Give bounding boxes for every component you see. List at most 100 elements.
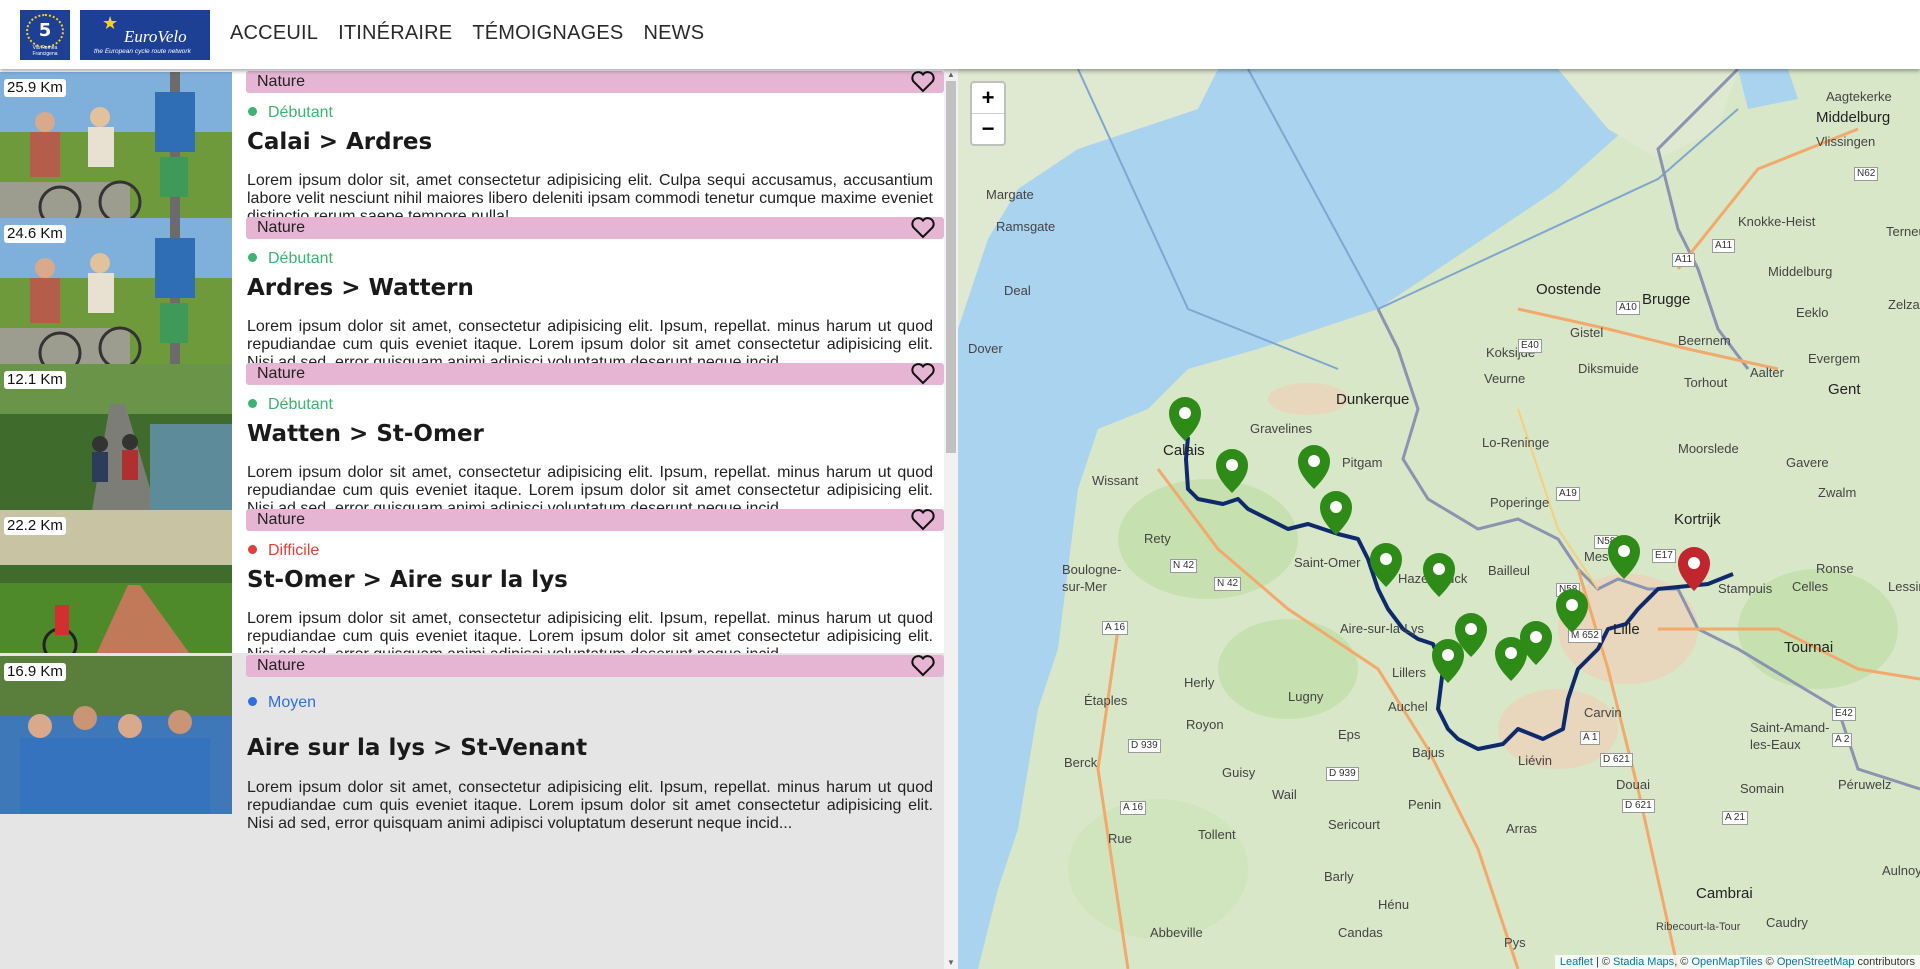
difficulty-label: Moyen bbox=[268, 694, 317, 711]
zoom-in-button[interactable]: + bbox=[972, 83, 1004, 113]
map-label: Tournai bbox=[1784, 639, 1834, 656]
heart-icon[interactable] bbox=[910, 654, 936, 678]
map-label: Caudry bbox=[1766, 915, 1808, 930]
map-label: Margate bbox=[986, 187, 1034, 202]
scroll-down-icon[interactable]: ▼ bbox=[944, 957, 958, 969]
eurovelo5-logo[interactable]: 5 Via Romea Francigena bbox=[20, 10, 70, 60]
map-label: Ramsgate bbox=[996, 219, 1056, 234]
stage-title[interactable]: Calai > Ardres bbox=[247, 129, 432, 155]
map-label: Penin bbox=[1408, 797, 1442, 812]
map-label: Aulnoy bbox=[1882, 863, 1920, 878]
map-label: Gent bbox=[1828, 381, 1861, 398]
heart-icon[interactable] bbox=[910, 216, 936, 240]
zoom-out-button[interactable]: − bbox=[972, 113, 1004, 144]
road-shield: N 42 bbox=[1214, 577, 1242, 591]
map-label: Lo-Reninge bbox=[1482, 435, 1550, 450]
map-label: Sericourt bbox=[1328, 817, 1381, 832]
map-label: Pys bbox=[1504, 935, 1526, 950]
map-label: Aalter bbox=[1750, 365, 1784, 380]
map-label: Péruwelz bbox=[1838, 777, 1892, 792]
nav-itineraire[interactable]: ITINÉRAIRE bbox=[338, 22, 452, 45]
list-scrollbar[interactable]: ▲ ▼ bbox=[944, 69, 958, 969]
map-label: Terneu bbox=[1886, 224, 1920, 239]
map-label: Carvin bbox=[1584, 705, 1622, 720]
map-label: Gravelines bbox=[1250, 421, 1313, 436]
heart-icon[interactable] bbox=[910, 362, 936, 386]
map-label: Beernem bbox=[1678, 333, 1731, 348]
stage-card[interactable]: 25.9 Km Nature Débutant Calai > Ardres L… bbox=[0, 69, 944, 230]
map-label: Middelburg bbox=[1816, 109, 1891, 126]
difficulty-label: Débutant bbox=[268, 104, 333, 121]
map-label: Saint-Amand-les-Eaux bbox=[1750, 720, 1830, 752]
map-label: Hazebrouck bbox=[1398, 571, 1468, 586]
stadia-link[interactable]: Stadia Maps bbox=[1613, 956, 1674, 968]
logo-number: 5 bbox=[38, 20, 52, 41]
map-label: Pitgam bbox=[1342, 455, 1383, 470]
stage-title[interactable]: St-Omer > Aire sur la lys bbox=[247, 567, 568, 593]
category-tag: Nature bbox=[246, 655, 944, 677]
category-tag: Nature bbox=[246, 217, 944, 239]
heart-icon[interactable] bbox=[910, 508, 936, 532]
stage-card[interactable]: 22.2 Km Nature Difficile St-Omer > Aire … bbox=[0, 507, 944, 668]
scrollbar-thumb[interactable] bbox=[946, 81, 956, 453]
zoom-control: + − bbox=[970, 81, 1006, 146]
map-label: Boulogne-sur-Mer bbox=[1062, 562, 1122, 594]
openmaptiles-link[interactable]: OpenMapTiles bbox=[1691, 956, 1762, 968]
route-map[interactable]: Aagtekerke Middelburg Vlissingen Margate… bbox=[958, 69, 1920, 969]
map-label: Bailleul bbox=[1488, 563, 1530, 578]
nav-accueil[interactable]: ACCEUIL bbox=[230, 22, 318, 45]
map-label: Berck bbox=[1064, 755, 1098, 770]
attribution-text: | © bbox=[1592, 956, 1614, 968]
map-label: Guisy bbox=[1222, 765, 1256, 780]
logo-tagline: the European cycle route network bbox=[94, 48, 191, 55]
map-label: Dunkerque bbox=[1336, 391, 1410, 408]
map-label: Somain bbox=[1740, 781, 1785, 796]
map-label: Eps bbox=[1338, 727, 1361, 742]
eurovelo-logo[interactable]: ★ EuroVelo the European cycle route netw… bbox=[80, 10, 210, 60]
map-label: Moorslede bbox=[1678, 441, 1739, 456]
map-label: Celles bbox=[1792, 579, 1829, 594]
road-shield: N58 bbox=[1594, 535, 1619, 549]
stage-card[interactable]: 16.9 Km Nature Moyen Aire sur la lys > S… bbox=[0, 653, 944, 969]
map-label: Wissant bbox=[1092, 473, 1139, 488]
map-label: Auchel bbox=[1388, 699, 1428, 714]
difficulty-dot-icon bbox=[248, 545, 257, 554]
stage-title[interactable]: Aire sur la lys > St-Venant bbox=[247, 735, 587, 761]
map-label: Lugny bbox=[1288, 689, 1324, 704]
map-label: Rety bbox=[1144, 531, 1171, 546]
road-shield: A10 bbox=[1616, 301, 1640, 315]
star-icon: ★ bbox=[102, 13, 119, 33]
difficulty-label: Difficile bbox=[268, 542, 320, 559]
map-label: Ronse bbox=[1816, 561, 1854, 576]
map-label: Calais bbox=[1163, 442, 1205, 459]
category-tag: Nature bbox=[246, 363, 944, 385]
road-shield: A 21 bbox=[1722, 811, 1749, 825]
difficulty-level: Débutant bbox=[248, 104, 333, 122]
osm-link[interactable]: OpenStreetMap bbox=[1777, 956, 1855, 968]
category-label: Nature bbox=[257, 365, 306, 382]
map-label: Douai bbox=[1616, 777, 1650, 792]
stage-title[interactable]: Watten > St-Omer bbox=[247, 421, 484, 447]
map-label: Evergem bbox=[1808, 351, 1861, 366]
distance-badge: 25.9 Km bbox=[4, 79, 66, 97]
nav-news[interactable]: NEWS bbox=[643, 22, 704, 45]
scroll-up-icon[interactable]: ▲ bbox=[944, 69, 958, 81]
difficulty-dot-icon bbox=[248, 697, 257, 706]
leaflet-link[interactable]: Leaflet bbox=[1560, 956, 1593, 968]
nav-temoignages[interactable]: TÉMOIGNAGES bbox=[472, 22, 623, 45]
distance-badge: 22.2 Km bbox=[4, 517, 66, 535]
map-label: Lillers bbox=[1392, 665, 1426, 680]
heart-icon[interactable] bbox=[910, 70, 936, 94]
stage-title[interactable]: Ardres > Wattern bbox=[247, 275, 474, 301]
map-label: Rue bbox=[1108, 831, 1132, 846]
category-label: Nature bbox=[257, 657, 306, 674]
map-label: Tollent bbox=[1198, 827, 1236, 842]
road-shield: D 621 bbox=[1600, 753, 1633, 767]
road-shield: D 939 bbox=[1326, 767, 1359, 781]
map-label: Gavere bbox=[1786, 455, 1829, 470]
stage-card[interactable]: 24.6 Km Nature Débutant Ardres > Wattern… bbox=[0, 215, 944, 376]
main-nav: ACCEUIL ITINÉRAIRE TÉMOIGNAGES NEWS bbox=[230, 22, 704, 45]
stage-list[interactable]: 25.9 Km Nature Débutant Calai > Ardres L… bbox=[0, 69, 944, 969]
stage-card[interactable]: 12.1 Km Nature Débutant Watten > St-Omer… bbox=[0, 361, 944, 522]
road-shield: D 939 bbox=[1128, 739, 1161, 753]
